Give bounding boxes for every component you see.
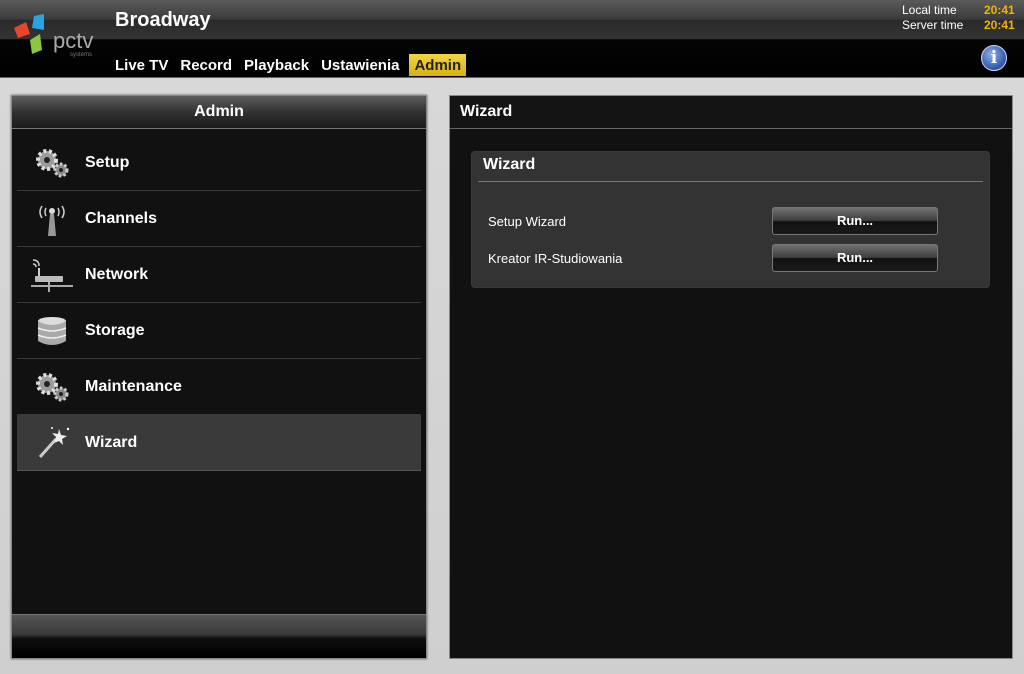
wizard-row-label: Kreator IR-Studiowania <box>488 250 623 266</box>
sidebar-item-maintenance[interactable]: Maintenance <box>17 359 421 415</box>
sidebar-item-label: Maintenance <box>85 377 182 395</box>
sidebar-item-label: Network <box>85 265 149 283</box>
run-setup-wizard-button[interactable]: Run... <box>772 207 938 235</box>
content-panel: Wizard Wizard Setup Wizard Run... Kreato… <box>449 95 1013 659</box>
sidebar-item-label: Storage <box>85 321 145 339</box>
wizard-section-title: Wizard <box>478 152 983 182</box>
sidebar-item-label: Channels <box>85 209 158 227</box>
wizard-row-ir: Kreator IR-Studiowania Run... <box>488 244 968 272</box>
server-time-value: 20:41 <box>984 18 1015 32</box>
antenna-icon <box>23 197 81 241</box>
nav-playback[interactable]: Playback <box>242 54 313 76</box>
server-time-row: Server time 20:41 <box>902 18 1015 33</box>
admin-sidebar: Admin Setup Channels Network Storage Mai… <box>11 95 427 659</box>
local-time-value: 20:41 <box>984 3 1015 17</box>
page-title: Wizard <box>450 96 1012 129</box>
wizard-row-label: Setup Wizard <box>488 213 567 229</box>
main-nav: Live TV Record Playback Ustawienia Admin <box>113 54 472 76</box>
wizard-section: Wizard Setup Wizard Run... Kreator IR-St… <box>471 151 990 288</box>
sidebar-title: Admin <box>12 96 426 129</box>
info-icon[interactable]: i <box>981 45 1007 71</box>
sidebar-item-setup[interactable]: Setup <box>17 135 421 191</box>
sidebar-item-channels[interactable]: Channels <box>17 191 421 247</box>
router-icon <box>23 253 81 297</box>
sidebar-item-network[interactable]: Network <box>17 247 421 303</box>
admin-menu: Setup Channels Network Storage Maintenan… <box>12 129 426 471</box>
sidebar-item-wizard[interactable]: Wizard <box>17 415 421 471</box>
nav-record[interactable]: Record <box>178 54 236 76</box>
nav-admin[interactable]: Admin <box>409 54 467 76</box>
gears-icon <box>23 365 81 409</box>
sidebar-item-storage[interactable]: Storage <box>17 303 421 359</box>
gears-icon <box>23 141 81 185</box>
sidebar-item-label: Wizard <box>85 433 138 451</box>
nav-ustawienia[interactable]: Ustawienia <box>319 54 403 76</box>
app-title: Broadway <box>115 9 211 31</box>
local-time-label: Local time <box>902 3 957 17</box>
svg-text:pctv: pctv <box>53 28 93 53</box>
magic-wand-icon <box>23 421 81 465</box>
local-time-row: Local time 20:41 <box>902 3 1015 18</box>
database-icon <box>23 309 81 353</box>
svg-text:systems: systems <box>70 52 92 58</box>
sidebar-footer <box>12 614 426 658</box>
nav-live-tv[interactable]: Live TV <box>113 54 172 76</box>
wizard-row-setup: Setup Wizard Run... <box>488 207 968 235</box>
server-time-label: Server time <box>902 18 964 32</box>
clock-panel: Local time 20:41 Server time 20:41 <box>902 3 1015 33</box>
pctv-logo: pctv systems <box>10 12 110 72</box>
sidebar-item-label: Setup <box>85 153 130 171</box>
app-header: pctv systems Broadway Local time 20:41 S… <box>0 0 1024 78</box>
run-ir-wizard-button[interactable]: Run... <box>772 244 938 272</box>
